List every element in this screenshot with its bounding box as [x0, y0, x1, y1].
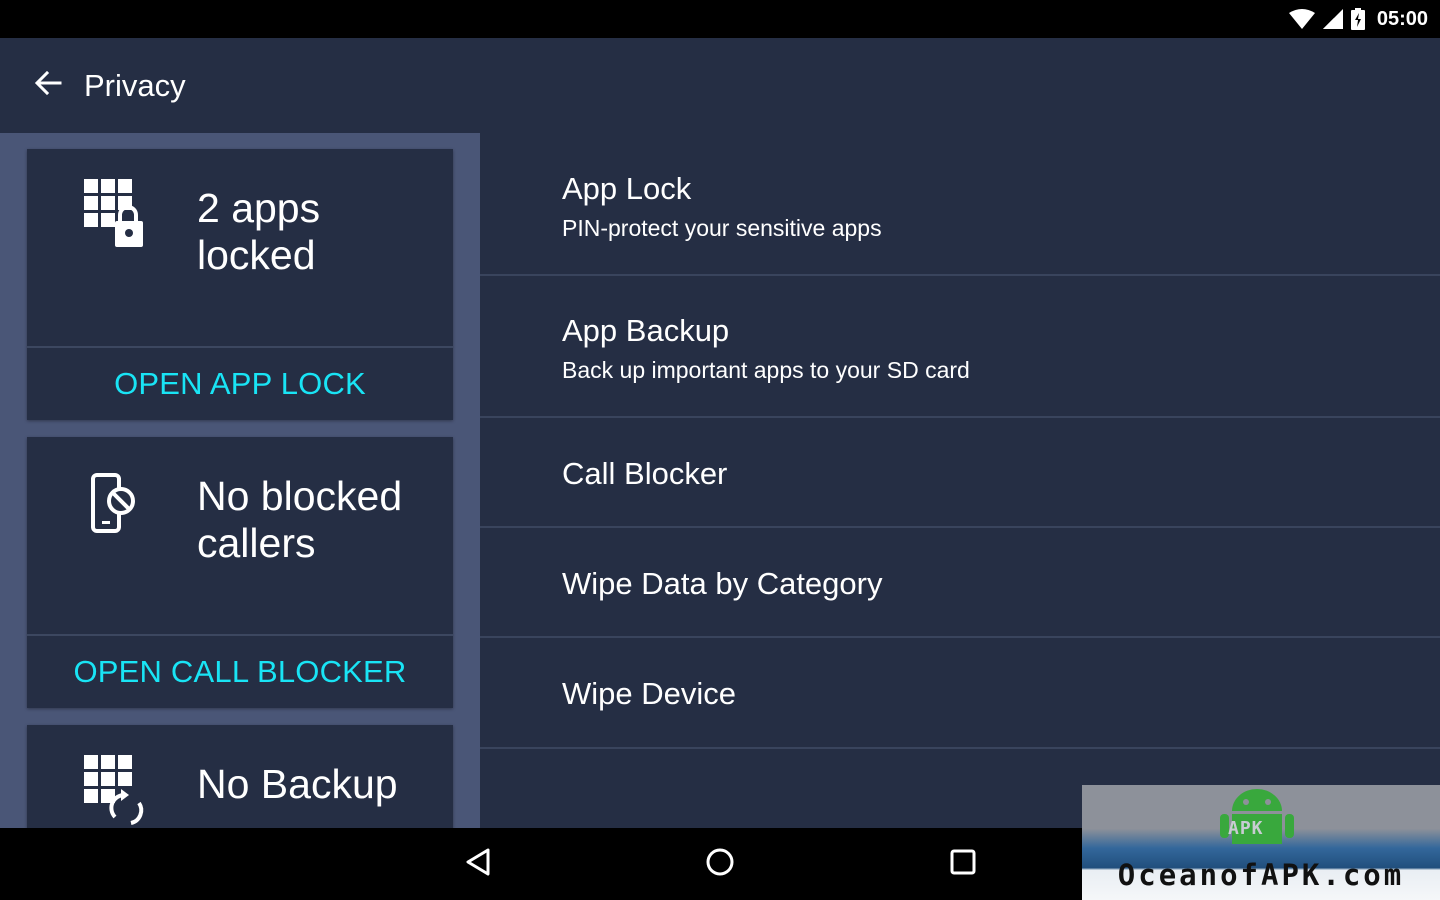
menu-item-call-blocker[interactable]: Call Blocker: [480, 418, 1440, 528]
status-bar: 05:00: [0, 0, 1440, 38]
apps-locked-status: 2 apps locked: [197, 185, 321, 278]
status-time: 05:00: [1376, 7, 1428, 30]
app-lock-card: 2 apps locked OPEN APP LOCK: [27, 149, 453, 420]
nav-recents-button[interactable]: [939, 842, 987, 886]
wifi-icon: [1288, 9, 1315, 29]
page-title: Privacy: [84, 67, 186, 103]
app-lock-grid-icon: [81, 179, 151, 251]
watermark: APK OceanofAPK.com: [1082, 785, 1440, 900]
app-lock-card-summary: 2 apps locked: [27, 149, 453, 348]
privacy-menu-list: App Lock PIN-protect your sensitive apps…: [480, 133, 1440, 828]
app-bar: Privacy: [0, 38, 1440, 133]
menu-item-subtitle: Back up important apps to your SD card: [562, 357, 970, 383]
content-area: 2 apps locked OPEN APP LOCK No blocked c…: [0, 133, 1440, 828]
call-blocker-card: No blocked callers OPEN CALL BLOCKER: [27, 437, 453, 708]
nav-home-button[interactable]: [696, 842, 744, 886]
backup-card: No Backup: [27, 725, 453, 828]
menu-item-title: Wipe Data by Category: [562, 566, 883, 601]
menu-item-title: App Lock: [562, 171, 692, 206]
blocked-phone-icon: [81, 467, 151, 539]
watermark-text: OceanofAPK.com: [1117, 858, 1405, 892]
backup-card-summary: No Backup: [27, 725, 453, 828]
call-blocker-card-summary: No blocked callers: [27, 437, 453, 636]
nav-back-button[interactable]: [454, 842, 502, 886]
nav-recents-icon: [949, 848, 977, 881]
menu-item-subtitle: PIN-protect your sensitive apps: [562, 215, 882, 241]
menu-item-title: Call Blocker: [562, 456, 728, 491]
watermark-badge: APK: [1228, 818, 1264, 839]
dashboard-cards-panel: 2 apps locked OPEN APP LOCK No blocked c…: [0, 133, 480, 828]
open-call-blocker-button[interactable]: OPEN CALL BLOCKER: [27, 636, 453, 708]
battery-icon: [1350, 8, 1365, 30]
menu-item-wipe-device[interactable]: Wipe Device: [480, 638, 1440, 749]
backup-grid-icon: [81, 755, 151, 827]
backup-status: No Backup: [197, 761, 398, 807]
back-button[interactable]: [16, 54, 80, 118]
menu-item-title: Wipe Device: [562, 676, 736, 711]
menu-item-app-backup[interactable]: App Backup Back up important apps to you…: [480, 276, 1440, 418]
blocked-callers-status: No blocked callers: [197, 473, 403, 566]
menu-item-app-lock[interactable]: App Lock PIN-protect your sensitive apps: [480, 133, 1440, 276]
signal-icon: [1322, 9, 1343, 29]
nav-back-icon: [464, 847, 492, 882]
nav-home-icon: [705, 847, 735, 882]
open-app-lock-button[interactable]: OPEN APP LOCK: [27, 348, 453, 420]
arrow-back-icon: [34, 70, 62, 101]
menu-item-title: App Backup: [562, 313, 730, 348]
menu-item-wipe-data-by-category[interactable]: Wipe Data by Category: [480, 528, 1440, 638]
